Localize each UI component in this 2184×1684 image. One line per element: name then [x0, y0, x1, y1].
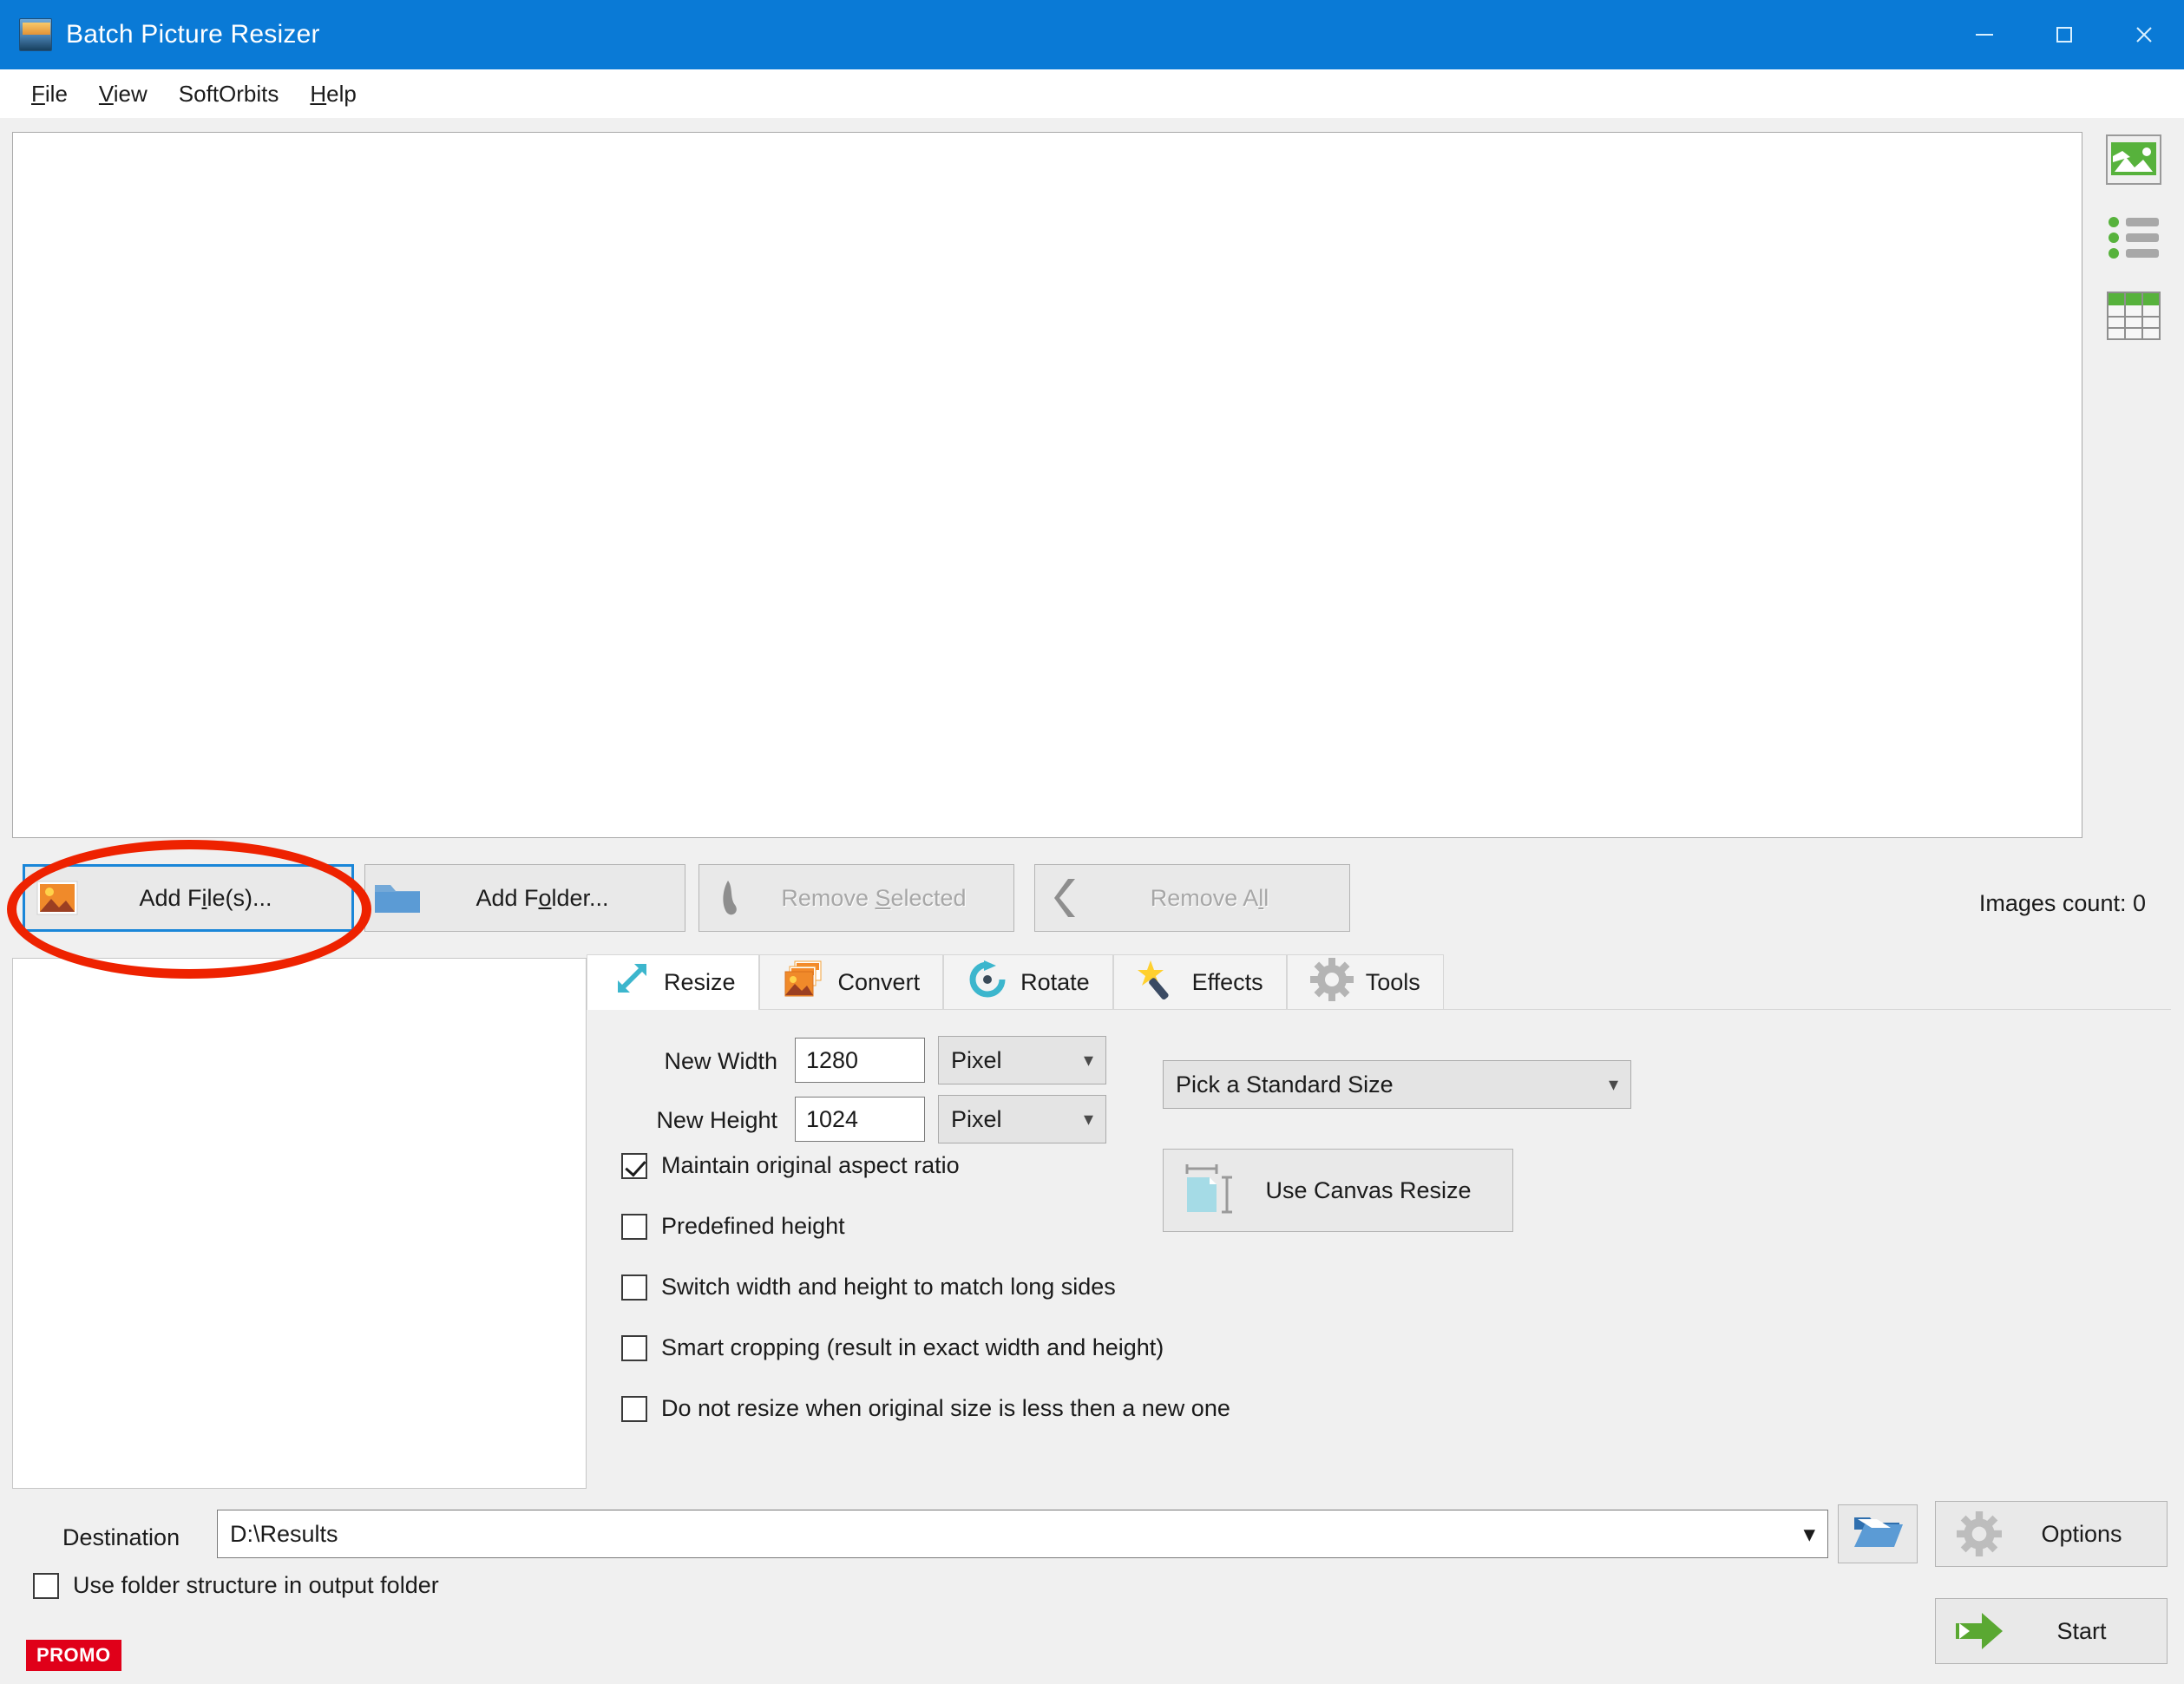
add-files-label: Add File(s)...: [139, 884, 272, 911]
standard-size-value: Pick a Standard Size: [1176, 1071, 1394, 1098]
convert-images-icon: [783, 960, 826, 1006]
image-thumbnail-icon[interactable]: [2102, 128, 2166, 191]
checkbox-maintain-aspect-ratio[interactable]: Maintain original aspect ratio: [621, 1152, 960, 1179]
use-canvas-resize-button[interactable]: Use Canvas Resize: [1163, 1149, 1513, 1232]
options-label: Options: [2041, 1520, 2122, 1547]
tab-tools[interactable]: Tools: [1286, 954, 1444, 1010]
minimize-icon[interactable]: [1945, 0, 2024, 69]
destination-value: D:\Results: [230, 1520, 338, 1547]
remove-selected-icon: [699, 879, 764, 917]
title-bar: Batch Picture Resizer: [0, 0, 2184, 69]
folder-icon: [365, 880, 430, 916]
remove-selected-button[interactable]: Remove Selected: [698, 864, 1014, 932]
gear-icon: [1936, 1511, 2023, 1556]
tab-rotate-label: Rotate: [1020, 969, 1090, 995]
new-width-unit-value: Pixel: [951, 1046, 1002, 1073]
new-width-unit-select[interactable]: Pixel ▾: [938, 1036, 1106, 1084]
new-height-input[interactable]: 1024: [795, 1097, 925, 1142]
open-folder-icon: [1853, 1512, 1903, 1556]
destination-label: Destination: [62, 1524, 180, 1550]
checkbox-box: [33, 1572, 59, 1599]
checkbox-box: [621, 1274, 647, 1301]
checkbox-box: [621, 1213, 647, 1240]
checkbox-smart-cropping[interactable]: Smart cropping (result in exact width an…: [621, 1334, 1164, 1361]
tab-tools-label: Tools: [1365, 969, 1420, 995]
resize-tab-panel: New Width 1280 Pixel ▾ New Height 1024 P…: [587, 1009, 2171, 1491]
chevron-down-icon: ▾: [1083, 1049, 1093, 1071]
remove-selected-label: Remove Selected: [781, 884, 967, 911]
tab-strip: Resize Convert Rotate Effects Tools: [587, 954, 1444, 1010]
magic-wand-star-icon: [1137, 959, 1180, 1006]
image-file-list[interactable]: [12, 132, 2082, 838]
checkbox-predefined-height[interactable]: Predefined height: [621, 1213, 845, 1240]
tab-resize-label: Resize: [664, 969, 736, 995]
checkbox-box: [621, 1152, 647, 1179]
view-mode-bar: [2092, 128, 2175, 363]
checkbox-label: Predefined height: [661, 1213, 845, 1239]
menu-help[interactable]: Help: [294, 77, 371, 111]
standard-size-select[interactable]: Pick a Standard Size ▾: [1163, 1060, 1631, 1109]
resize-arrows-icon: [610, 959, 652, 1006]
new-height-unit-select[interactable]: Pixel ▾: [938, 1095, 1106, 1143]
bullet-list-icon[interactable]: [2102, 206, 2166, 269]
browse-folder-button[interactable]: [1838, 1504, 1918, 1563]
table-grid-icon[interactable]: [2102, 285, 2166, 347]
add-folder-button[interactable]: Add Folder...: [364, 864, 685, 932]
green-arrow-icon: [1936, 1609, 2023, 1653]
chevron-down-icon: ▾: [1608, 1073, 1618, 1095]
gear-icon: [1309, 958, 1354, 1007]
menu-bar: FFileile View SoftOrbits Help: [0, 69, 2184, 118]
tab-effects-label: Effects: [1191, 969, 1263, 995]
remove-all-label: Remove All: [1150, 884, 1269, 911]
image-preview-panel: [12, 958, 587, 1489]
new-width-input[interactable]: 1280: [795, 1038, 925, 1083]
new-height-label: New Height: [656, 1107, 777, 1133]
tab-convert-label: Convert: [837, 969, 921, 995]
use-canvas-resize-label: Use Canvas Resize: [1265, 1176, 1472, 1203]
checkbox-label: Switch width and height to match long si…: [661, 1274, 1116, 1300]
checkbox-label: Smart cropping (result in exact width an…: [661, 1334, 1164, 1360]
menu-file[interactable]: FFileile: [16, 77, 83, 111]
chevron-left-icon: [1035, 877, 1099, 919]
checkbox-label: Do not resize when original size is less…: [661, 1395, 1230, 1421]
menu-view[interactable]: View: [83, 77, 163, 111]
promo-badge[interactable]: PROMO: [26, 1640, 121, 1671]
chevron-down-icon: ▾: [1803, 1520, 1815, 1547]
settings-tab-control: Resize Convert Rotate Effects Tools New …: [587, 954, 2171, 1491]
new-height-unit-value: Pixel: [951, 1105, 1002, 1132]
checkbox-label: Use folder structure in output folder: [73, 1572, 439, 1598]
window-title: Batch Picture Resizer: [66, 20, 320, 49]
tab-effects[interactable]: Effects: [1112, 954, 1287, 1010]
tab-resize[interactable]: Resize: [587, 954, 759, 1010]
tab-convert[interactable]: Convert: [758, 954, 944, 1010]
rotate-circular-arrow-icon: [967, 959, 1008, 1006]
checkbox-box: [621, 1395, 647, 1422]
checkbox-use-folder-structure[interactable]: Use folder structure in output folder: [33, 1572, 439, 1599]
images-count-label: Images count: 0: [1978, 890, 2146, 916]
add-folder-label: Add Folder...: [475, 884, 609, 911]
picture-icon: [25, 881, 89, 915]
canvas-resize-icon: [1164, 1160, 1250, 1221]
file-toolbar: Add File(s)... Add Folder... Remove Sele…: [0, 859, 2184, 949]
destination-select[interactable]: D:\Results ▾: [217, 1510, 1828, 1558]
options-button[interactable]: Options: [1935, 1501, 2168, 1567]
batch-picture-resizer-window: Batch Picture Resizer FFileile View Soft…: [0, 0, 2184, 1684]
maximize-icon[interactable]: [2024, 0, 2104, 69]
new-width-label: New Width: [664, 1048, 777, 1074]
close-icon[interactable]: [2104, 0, 2184, 69]
checkbox-switch-width-height[interactable]: Switch width and height to match long si…: [621, 1274, 1116, 1301]
checkbox-do-not-resize-smaller[interactable]: Do not resize when original size is less…: [621, 1395, 1230, 1422]
tab-rotate[interactable]: Rotate: [943, 954, 1113, 1010]
app-picture-icon: [19, 18, 52, 51]
window-controls: [1945, 0, 2184, 69]
remove-all-button[interactable]: Remove All: [1034, 864, 1350, 932]
checkbox-label: Maintain original aspect ratio: [661, 1152, 960, 1178]
add-files-button[interactable]: Add File(s)...: [23, 864, 354, 932]
checkbox-box: [621, 1334, 647, 1361]
chevron-down-icon: ▾: [1083, 1108, 1093, 1130]
start-button[interactable]: Start: [1935, 1598, 2168, 1664]
start-label: Start: [2056, 1617, 2107, 1644]
menu-softorbits[interactable]: SoftOrbits: [163, 77, 295, 111]
